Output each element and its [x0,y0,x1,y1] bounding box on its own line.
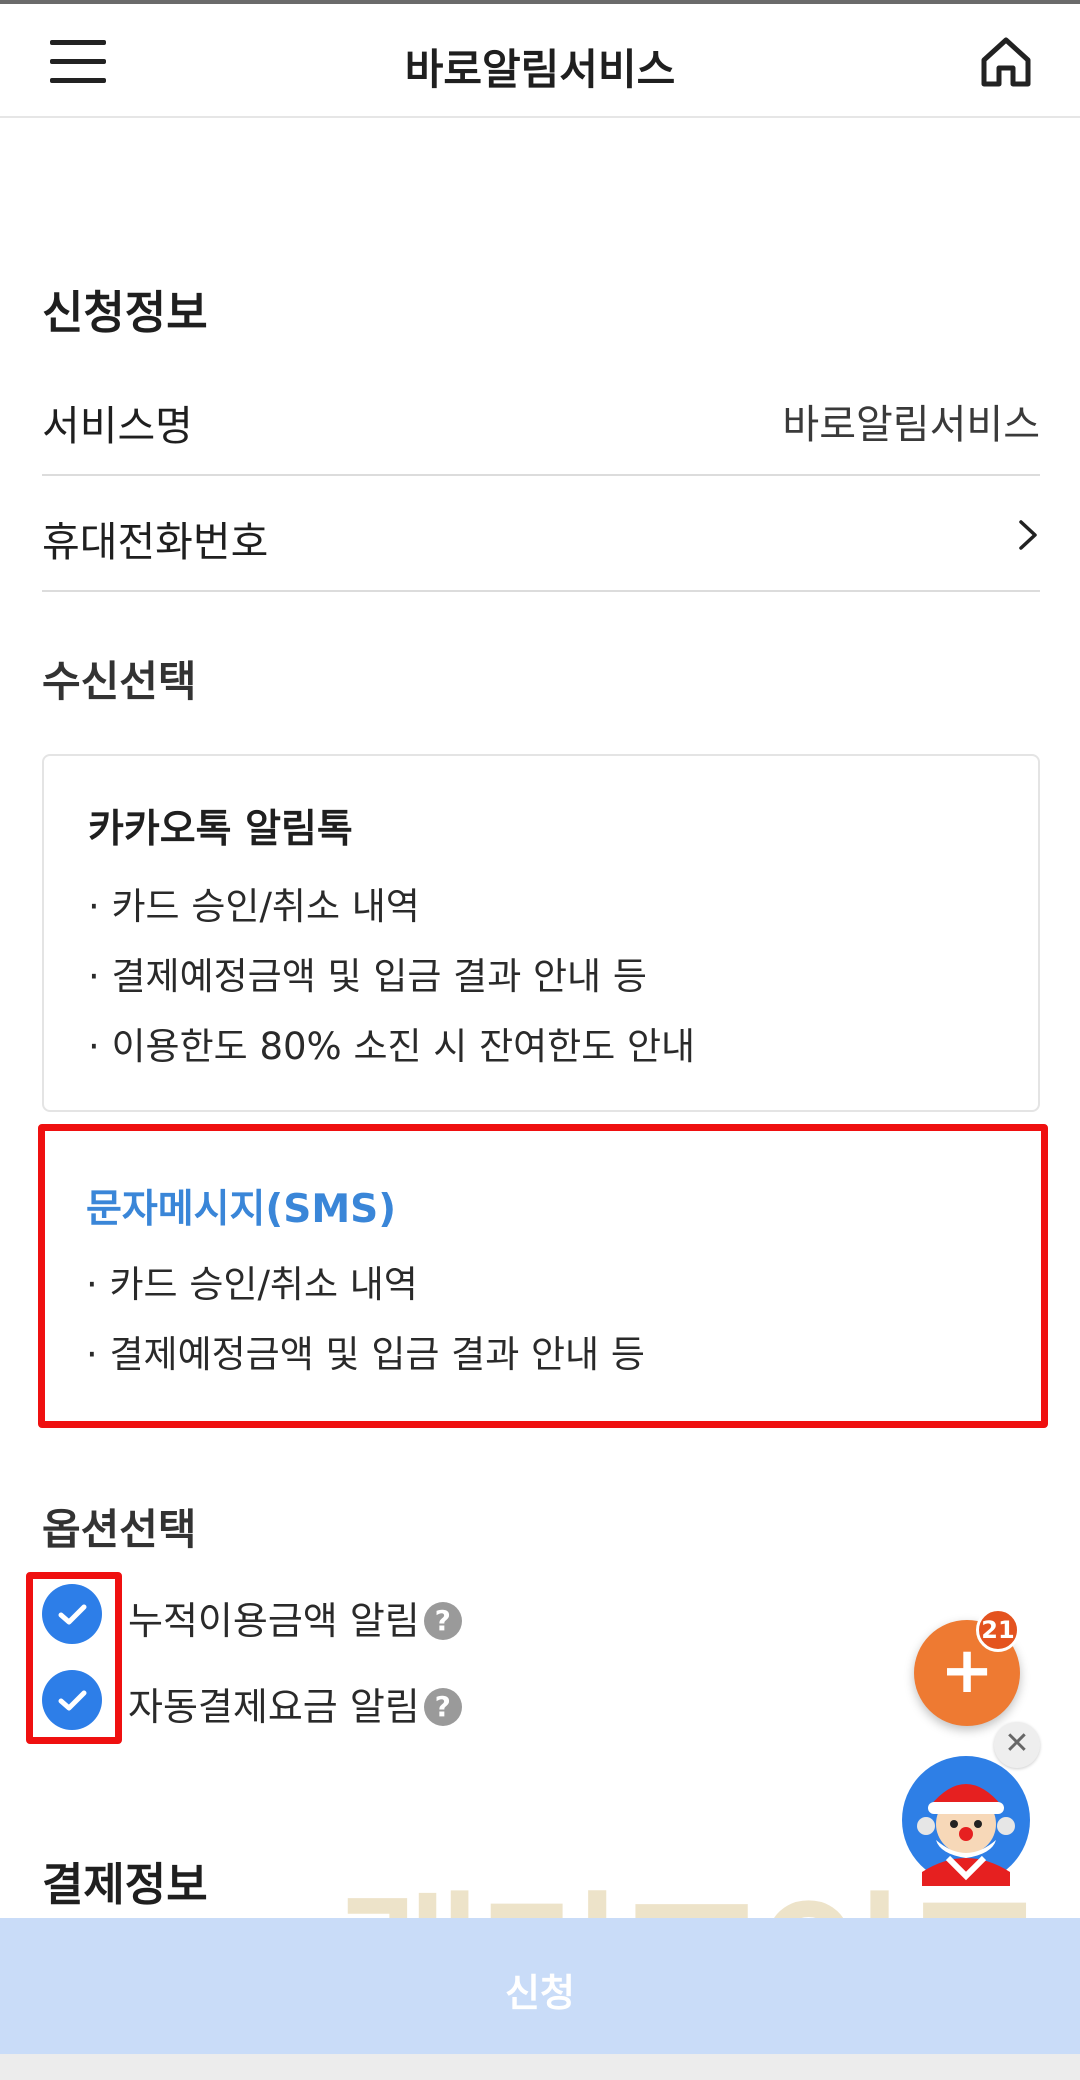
option-label: 누적이용금액 알림 [128,1599,420,1643]
notification-badge: 21 [976,1608,1020,1652]
option-label: 자동결제요금 알림 [128,1685,420,1729]
submit-button[interactable]: 신청 [0,1918,1080,2054]
kakao-item: · 결제예정금액 및 입금 결과 안내 등 [88,955,647,998]
section-title-reception: 수신선택 [42,657,197,706]
service-name-label: 서비스명 [42,402,193,450]
kakao-title: 카카오톡 알림톡 [88,807,353,852]
phone-number-label: 휴대전화번호 [42,518,269,566]
section-title-payment: 결제정보 [42,1858,208,1911]
page-title: 바로알림서비스 [404,45,676,94]
section-title-options: 옵션선택 [42,1505,197,1554]
app-bar: 바로알림서비스 [0,4,1080,118]
highlight-box-sms [38,1124,1048,1428]
home-icon[interactable] [978,34,1034,90]
service-name-row: 서비스명 바로알림서비스 [42,362,1040,476]
phone-number-row[interactable]: 휴대전화번호 [42,478,1040,592]
chevron-right-icon [1019,520,1037,550]
service-name-value: 바로알림서비스 [782,402,1040,448]
option-auto-payment[interactable]: 자동결제요금 알림? [42,1670,642,1740]
section-title-application-info: 신청정보 [42,286,208,339]
kakao-alimtalk-option[interactable]: 카카오톡 알림톡 · 카드 승인/취소 내역 · 결제예정금액 및 입금 결과 … [42,754,1040,1112]
option-cumulative-amount[interactable]: 누적이용금액 알림? [42,1584,642,1654]
highlight-box-checkboxes [26,1572,122,1744]
kakao-item: · 카드 승인/취소 내역 [88,885,420,928]
submit-label: 신청 [505,1971,575,2015]
question-circle-icon[interactable]: ? [423,1602,462,1640]
question-circle-icon[interactable]: ? [423,1688,462,1726]
bottom-strip [0,2054,1080,2080]
kakao-item: · 이용한도 80% 소진 시 잔여한도 안내 [88,1025,696,1068]
